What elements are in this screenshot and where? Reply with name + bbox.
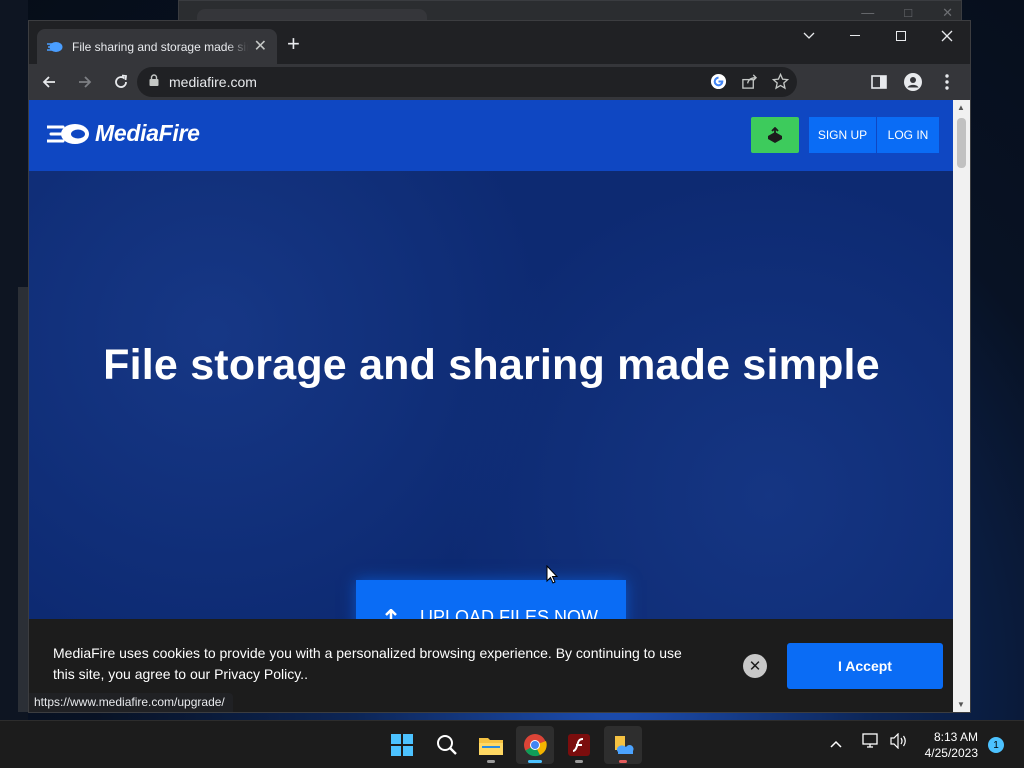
minimize-icon[interactable] [832,21,878,51]
network-icon[interactable] [862,733,880,754]
address-bar[interactable]: mediafire.com [137,67,797,97]
start-icon[interactable] [383,726,421,764]
scroll-up-icon[interactable]: ▲ [957,103,965,112]
sign-up-button[interactable]: SIGN UP [809,117,876,153]
running-indicator [619,760,627,763]
window-controls [786,21,970,51]
clock-date: 4/25/2023 [924,746,978,760]
bookmark-star-icon[interactable] [771,72,790,95]
accept-cookies-button[interactable]: I Accept [787,643,943,689]
forward-icon[interactable] [69,66,101,98]
clock[interactable]: 8:13 AM 4/25/2023 [918,729,978,761]
lock-icon[interactable] [149,73,159,91]
mediafire-favicon-icon [47,39,63,55]
logo-wordmark: MediaFire [95,120,200,146]
tab-strip: File sharing and storage made simple ✕ + [29,21,970,64]
volume-icon[interactable] [890,732,908,754]
share-icon[interactable] [741,73,758,95]
tab-search-icon[interactable] [786,21,832,51]
chrome-icon[interactable] [516,726,554,764]
google-icon[interactable] [710,73,727,95]
tab-close-icon[interactable]: ✕ [254,38,267,55]
hero-title: File storage and sharing made simple [103,341,880,389]
tab-title: File sharing and storage made simple [72,39,248,54]
running-indicator [575,760,583,763]
browser-tab[interactable]: File sharing and storage made simple ✕ [37,29,277,64]
back-icon[interactable] [33,66,65,98]
show-hidden-icons-icon[interactable] [830,735,842,753]
search-icon[interactable] [428,726,466,764]
side-panel-icon[interactable] [864,66,894,98]
upload-box-icon [768,127,782,143]
active-indicator [528,760,542,763]
file-explorer-icon[interactable] [472,726,510,764]
mouse-cursor-icon [546,564,559,590]
scroll-down-icon[interactable]: ▼ [957,700,965,709]
url-text: mediafire.com [169,74,257,90]
toolbar-actions [864,66,962,98]
cookie-close-icon[interactable]: ✕ [743,654,767,678]
browser-window: File sharing and storage made simple ✕ + [28,20,971,713]
profile-icon[interactable] [898,66,928,98]
folder-app-icon[interactable] [604,726,642,764]
clock-time: 8:13 AM [933,730,978,744]
menu-kebab-icon[interactable] [932,66,962,98]
notification-badge[interactable]: 1 [988,737,1004,753]
new-tab-icon[interactable]: + [287,33,300,55]
mediafire-logo[interactable]: MediaFire [47,120,200,147]
mediafire-logo-icon [47,123,89,144]
log-in-button[interactable]: LOG IN [877,117,939,153]
background-window-edge [0,0,28,720]
flash-icon[interactable] [560,726,598,764]
vertical-scrollbar[interactable]: ▲ ▼ [953,100,970,712]
reload-icon[interactable] [105,66,137,98]
taskbar: 8:13 AM 4/25/2023 1 [0,720,1024,768]
scrollbar-thumb[interactable] [957,118,966,168]
background-window-controls: — □ ✕ [861,5,953,20]
cookie-text: MediaFire uses cookies to provide you wi… [53,645,682,682]
site-header: MediaFire SIGN UP LOG IN [29,100,954,171]
page-viewport: MediaFire SIGN UP LOG IN File storage an… [29,100,954,712]
maximize-icon[interactable] [878,21,924,51]
system-tray [830,732,908,754]
upload-button[interactable] [751,117,799,153]
omnibox-actions [710,72,790,95]
running-indicator [487,760,495,763]
close-window-icon[interactable] [924,21,970,51]
browser-toolbar: mediafire.com [29,64,970,100]
status-bar-url: https://www.mediafire.com/upgrade/ [29,693,233,712]
